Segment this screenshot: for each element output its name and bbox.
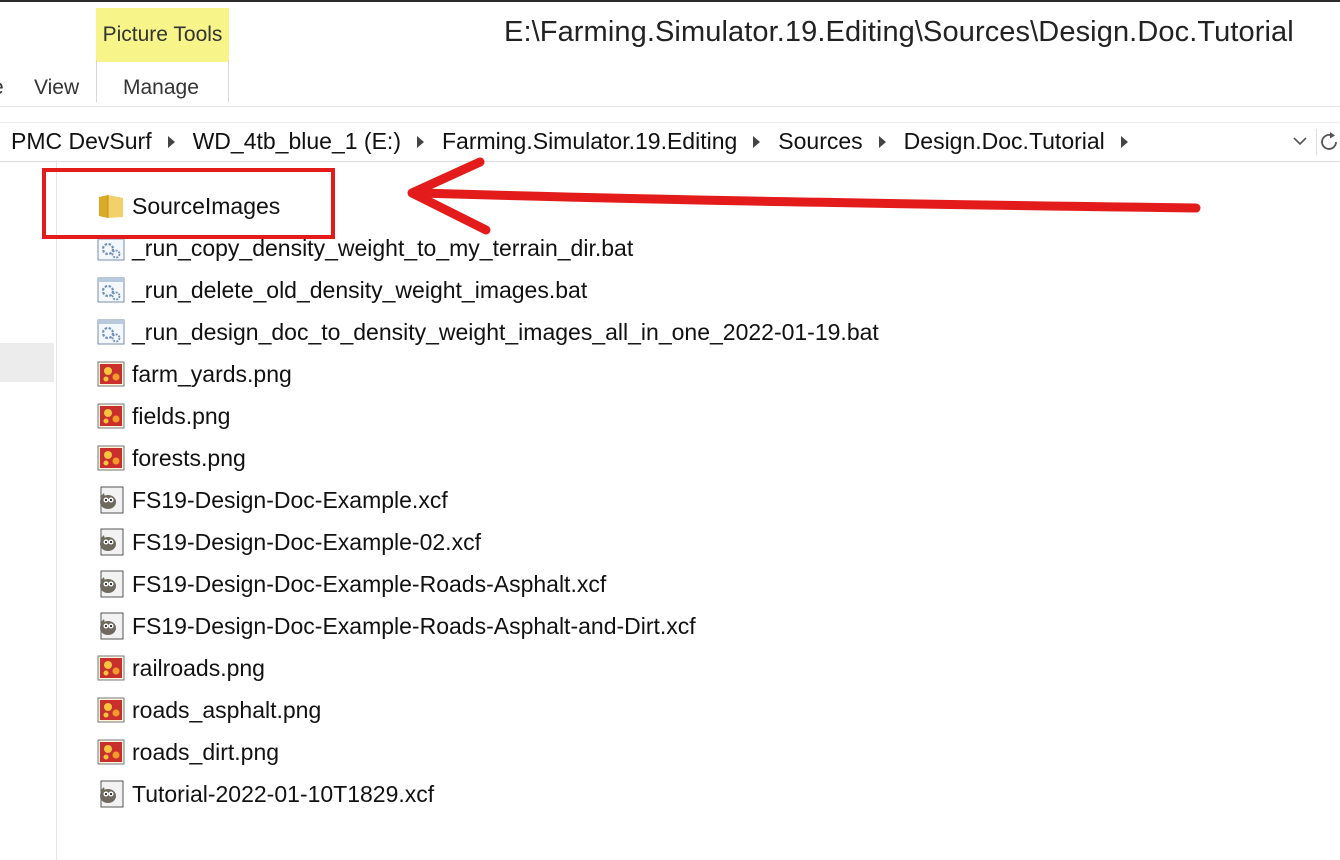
batch-file-icon bbox=[97, 319, 125, 345]
navigation-pane[interactable] bbox=[0, 160, 57, 860]
breadcrumb-farming-simulator[interactable]: Farming.Simulator.19.Editing bbox=[440, 128, 739, 155]
breadcrumb-sources[interactable]: Sources bbox=[776, 128, 864, 155]
file-name: FS19-Design-Doc-Example-02.xcf bbox=[132, 528, 481, 555]
png-image-icon bbox=[97, 445, 125, 471]
file-name: railroads.png bbox=[132, 654, 265, 681]
file-name: FS19-Design-Doc-Example.xcf bbox=[132, 486, 448, 513]
breadcrumb-chevron-icon[interactable] bbox=[167, 135, 175, 148]
window-title: E:\Farming.Simulator.19.Editing\Sources\… bbox=[504, 16, 1294, 48]
refresh-icon[interactable] bbox=[1316, 129, 1340, 155]
list-item[interactable]: roads_dirt.png bbox=[96, 732, 279, 772]
breadcrumb-chevron-icon[interactable] bbox=[753, 135, 761, 148]
batch-file-icon bbox=[97, 277, 125, 303]
file-name: roads_dirt.png bbox=[132, 738, 280, 765]
list-item[interactable]: Tutorial-2022-01-10T1829.xcf bbox=[96, 774, 434, 814]
breadcrumb-chevron-icon[interactable] bbox=[1120, 135, 1128, 148]
png-image-icon bbox=[97, 697, 125, 723]
picture-tools-tab-group: Picture Tools bbox=[96, 8, 229, 62]
list-item[interactable]: FS19-Design-Doc-Example.xcf bbox=[96, 480, 448, 520]
ribbon-divider bbox=[96, 60, 97, 102]
file-name: roads_asphalt.png bbox=[132, 696, 322, 723]
file-name: FS19-Design-Doc-Example-Roads-Asphalt.xc… bbox=[132, 570, 607, 597]
gimp-xcf-icon bbox=[100, 570, 124, 598]
png-image-icon bbox=[97, 403, 125, 429]
ribbon-divider bbox=[228, 60, 229, 102]
list-item[interactable]: forests.png bbox=[96, 438, 246, 478]
address-bar[interactable]: PMC DevSurf WD_4tb_blue_1 (E:) Farming.S… bbox=[0, 122, 1340, 162]
title-bar: Picture Tools E:\Farming.Simulator.19.Ed… bbox=[0, 2, 1340, 62]
file-name: _run_design_doc_to_density_weight_images… bbox=[132, 318, 879, 345]
png-image-icon bbox=[97, 739, 125, 765]
tab-manage[interactable]: Manage bbox=[123, 76, 199, 100]
png-image-icon bbox=[97, 361, 125, 387]
gimp-xcf-icon bbox=[100, 528, 124, 556]
list-item[interactable]: _run_design_doc_to_density_weight_images… bbox=[96, 312, 879, 352]
breadcrumb-design-doc-tutorial[interactable]: Design.Doc.Tutorial bbox=[902, 128, 1107, 155]
navigation-pane-selected-item[interactable] bbox=[0, 343, 54, 382]
file-name: fields.png bbox=[132, 402, 231, 429]
breadcrumb: PMC DevSurf WD_4tb_blue_1 (E:) Farming.S… bbox=[9, 128, 1144, 155]
png-image-icon bbox=[97, 655, 125, 681]
gimp-xcf-icon bbox=[100, 780, 124, 808]
ribbon-tabs: e View Manage bbox=[0, 60, 1340, 107]
file-name: _run_delete_old_density_weight_images.ba… bbox=[132, 276, 588, 303]
file-name: farm_yards.png bbox=[132, 360, 292, 387]
list-item[interactable]: _run_delete_old_density_weight_images.ba… bbox=[96, 270, 587, 310]
breadcrumb-drive-e[interactable]: WD_4tb_blue_1 (E:) bbox=[191, 128, 403, 155]
breadcrumb-chevron-icon[interactable] bbox=[416, 135, 424, 148]
gimp-xcf-icon bbox=[100, 612, 124, 640]
chevron-down-icon[interactable] bbox=[1290, 131, 1310, 151]
list-item[interactable]: FS19-Design-Doc-Example-02.xcf bbox=[96, 522, 481, 562]
file-name: FS19-Design-Doc-Example-Roads-Asphalt-an… bbox=[132, 612, 696, 639]
list-item[interactable]: FS19-Design-Doc-Example-Roads-Asphalt-an… bbox=[96, 606, 696, 646]
list-item[interactable]: roads_asphalt.png bbox=[96, 690, 321, 730]
tab-home-partial[interactable]: e bbox=[0, 76, 4, 100]
annotation-highlight-box bbox=[42, 168, 335, 239]
list-item[interactable]: FS19-Design-Doc-Example-Roads-Asphalt.xc… bbox=[96, 564, 606, 604]
list-item[interactable]: fields.png bbox=[96, 396, 230, 436]
list-item[interactable]: farm_yards.png bbox=[96, 354, 292, 394]
tab-view[interactable]: View bbox=[34, 76, 79, 100]
file-name: forests.png bbox=[132, 444, 246, 471]
file-name: Tutorial-2022-01-10T1829.xcf bbox=[132, 780, 435, 807]
breadcrumb-pmc-devsurf[interactable]: PMC DevSurf bbox=[9, 128, 154, 155]
breadcrumb-chevron-icon[interactable] bbox=[878, 135, 886, 148]
gimp-xcf-icon bbox=[100, 486, 124, 514]
list-item[interactable]: railroads.png bbox=[96, 648, 265, 688]
